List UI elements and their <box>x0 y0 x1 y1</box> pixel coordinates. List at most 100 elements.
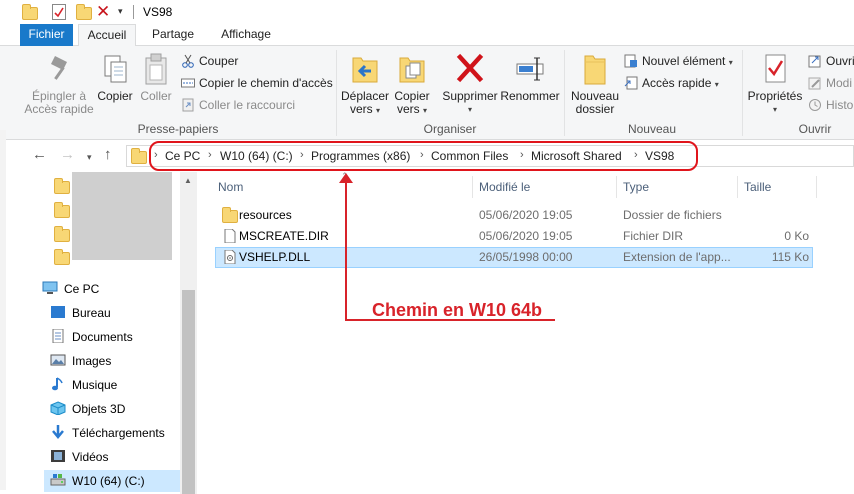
file-size: 115 Ko <box>771 250 809 264</box>
history-label: Histo <box>826 98 854 112</box>
folder-icon[interactable] <box>54 249 70 265</box>
copy-to-label-2: vers ▾ <box>390 103 434 117</box>
modify-button[interactable]: Modi <box>808 74 852 92</box>
folder-icon <box>22 4 38 20</box>
folder-icon[interactable] <box>54 178 70 194</box>
new-folder-button[interactable]: Nouveau dossier <box>568 52 622 116</box>
new-folder-icon <box>579 52 611 86</box>
properties-quick-icon[interactable] <box>52 4 66 20</box>
table-row[interactable]: MSCREATE.DIR 05/06/2020 19:05 Fichier DI… <box>215 226 813 247</box>
background-window-edge <box>0 130 6 490</box>
open-button[interactable]: Ouvri <box>808 52 854 70</box>
file-modified: 05/06/2020 19:05 <box>479 208 573 222</box>
tree-item-images[interactable]: Images <box>50 350 111 372</box>
tree-item-telechargements[interactable]: Téléchargements <box>50 422 165 444</box>
column-headers: Nom ⌃ Modifié le Type Taille <box>213 171 817 198</box>
redacted-area <box>72 172 172 260</box>
tree-label: Ce PC <box>64 282 100 296</box>
copy-to-label-2-text: vers <box>396 102 420 116</box>
pin-label-2: Accès rapide <box>24 102 94 116</box>
tab-fichier[interactable]: Fichier <box>20 24 73 46</box>
column-divider[interactable] <box>737 176 738 198</box>
table-row[interactable]: resources 05/06/2020 19:05 Dossier de fi… <box>215 205 813 226</box>
folder-icon[interactable] <box>54 226 70 242</box>
properties-button[interactable]: Propriétés ▾ <box>746 52 804 116</box>
tree-label: Téléchargements <box>72 426 165 440</box>
documents-icon <box>50 328 66 344</box>
tab-accueil[interactable]: Accueil <box>78 24 136 47</box>
tab-partage[interactable]: Partage <box>144 24 202 46</box>
tab-affichage[interactable]: Affichage <box>212 24 280 46</box>
quick-access-button[interactable]: Accès rapide ▾ <box>624 74 719 92</box>
tree-item-w10-drive[interactable]: W10 (64) (C:) <box>44 470 180 492</box>
pin-quick-access-button[interactable]: Épingler à Accès rapide <box>24 52 94 116</box>
copy-button[interactable]: Copier <box>94 52 136 103</box>
folder-icon <box>222 207 238 223</box>
rename-button[interactable]: Renommer <box>500 52 560 103</box>
group-separator <box>336 50 337 136</box>
folder-icon <box>131 148 147 164</box>
paste-shortcut-button[interactable]: Coller le raccourci <box>181 96 295 114</box>
paste-label: Coller <box>140 89 172 103</box>
chevron-down-icon: ▾ <box>376 106 381 115</box>
new-folder-quick-icon[interactable] <box>76 4 92 20</box>
move-label-2: vers ▾ <box>340 103 390 117</box>
pin-icon <box>43 52 75 86</box>
open-label: Ouvri <box>826 54 854 68</box>
recent-locations-chevron-icon[interactable]: ▾ <box>87 149 92 165</box>
copy-path-label: Copier le chemin d'accès <box>199 76 333 90</box>
images-icon <box>50 352 66 366</box>
table-row-selected[interactable]: VSHELP.DLL 26/05/1998 00:00 Extension de… <box>215 247 813 268</box>
chevron-down-icon: ▾ <box>772 105 777 114</box>
tree-item-bureau[interactable]: Bureau <box>50 302 111 324</box>
delete-button[interactable]: Supprimer ▾ <box>440 52 500 116</box>
column-divider[interactable] <box>616 176 617 198</box>
copy-path-button[interactable]: Copier le chemin d'accès <box>181 74 333 92</box>
move-to-button[interactable]: Déplacer vers ▾ <box>340 52 390 117</box>
paste-shortcut-icon <box>181 98 195 112</box>
tree-label: W10 (64) (C:) <box>72 474 145 488</box>
new-folder-label-2: dossier <box>575 102 615 116</box>
file-name: resources <box>239 208 292 222</box>
path-icon <box>181 76 195 90</box>
properties-icon <box>759 52 791 86</box>
chevron-down-icon[interactable]: ▾ <box>118 6 123 17</box>
copy-to-button[interactable]: Copier vers ▾ <box>390 52 434 117</box>
back-arrow-icon[interactable]: ← <box>32 147 47 163</box>
dll-file-icon <box>223 249 237 265</box>
file-icon <box>223 228 237 244</box>
new-item-button[interactable]: Nouvel élément ▾ <box>624 52 733 70</box>
annotation-label: Chemin en W10 64b <box>372 300 543 320</box>
group-label-organiser: Organiser <box>423 122 477 136</box>
navpane-scrollbar-thumb[interactable] <box>182 290 195 494</box>
tree-item-musique[interactable]: Musique <box>50 374 117 396</box>
tree-item-videos[interactable]: Vidéos <box>50 446 108 468</box>
column-header-type[interactable]: Type <box>623 180 649 194</box>
column-divider[interactable] <box>472 176 473 198</box>
tree-item-ce-pc[interactable]: Ce PC <box>42 278 99 300</box>
column-header-modified[interactable]: Modifié le <box>479 180 530 194</box>
column-header-size[interactable]: Taille <box>744 180 771 194</box>
properties-label: Propriétés <box>747 89 803 103</box>
address-highlight-outline <box>149 141 698 171</box>
ribbon-tabs: Fichier Accueil Partage Affichage <box>0 24 854 47</box>
scroll-up-icon[interactable]: ▲ <box>184 176 192 185</box>
forward-arrow-icon[interactable]: → <box>60 147 75 163</box>
computer-icon <box>42 280 58 294</box>
delete-quick-icon[interactable]: ✕ <box>96 3 110 20</box>
file-type: Dossier de fichiers <box>623 208 722 222</box>
history-button[interactable]: Histo <box>808 96 853 114</box>
copy-label: Copier <box>97 89 133 103</box>
cut-button[interactable]: Couper <box>181 52 238 70</box>
column-header-name[interactable]: Nom <box>218 180 243 194</box>
move-label-2-text: vers <box>349 102 373 116</box>
chevron-down-icon: ▾ <box>728 58 733 67</box>
folder-icon[interactable] <box>54 202 70 218</box>
tree-label: Objets 3D <box>72 402 126 416</box>
up-arrow-icon[interactable]: ↑ <box>104 147 112 163</box>
column-divider[interactable] <box>816 176 817 198</box>
delete-label: Supprimer <box>442 89 498 103</box>
paste-button[interactable]: Coller <box>136 52 176 103</box>
tree-item-objets-3d[interactable]: Objets 3D <box>50 398 125 420</box>
tree-item-documents[interactable]: Documents <box>50 326 133 348</box>
